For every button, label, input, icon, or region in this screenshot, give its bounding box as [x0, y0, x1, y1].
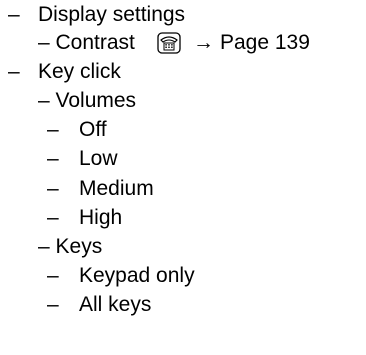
key-option-label: All keys	[79, 293, 152, 316]
list-dash: –	[47, 264, 59, 287]
list-dash: –	[47, 293, 59, 316]
list-dash: –	[8, 3, 20, 26]
key-click-label: Key click	[38, 60, 121, 83]
list-dash: –	[47, 177, 59, 200]
list-dash: –	[8, 60, 20, 83]
volume-option-label: Low	[79, 147, 118, 170]
volumes-label: – Volumes	[38, 89, 137, 112]
phone-icon	[157, 32, 181, 54]
display-settings-label: Display settings	[38, 3, 186, 26]
keys-label: – Keys	[38, 235, 103, 258]
page-reference: Page 139	[220, 31, 310, 54]
arrow-right-icon: →	[193, 31, 214, 54]
volume-option-label: High	[79, 206, 123, 229]
list-dash: –	[47, 206, 59, 229]
list-dash: –	[47, 118, 59, 141]
volume-option-label: Off	[79, 118, 107, 141]
volume-option-label: Medium	[79, 177, 154, 200]
key-option-label: Keypad only	[79, 264, 195, 287]
list-dash: –	[47, 147, 59, 170]
contrast-label: – Contrast	[38, 31, 135, 54]
